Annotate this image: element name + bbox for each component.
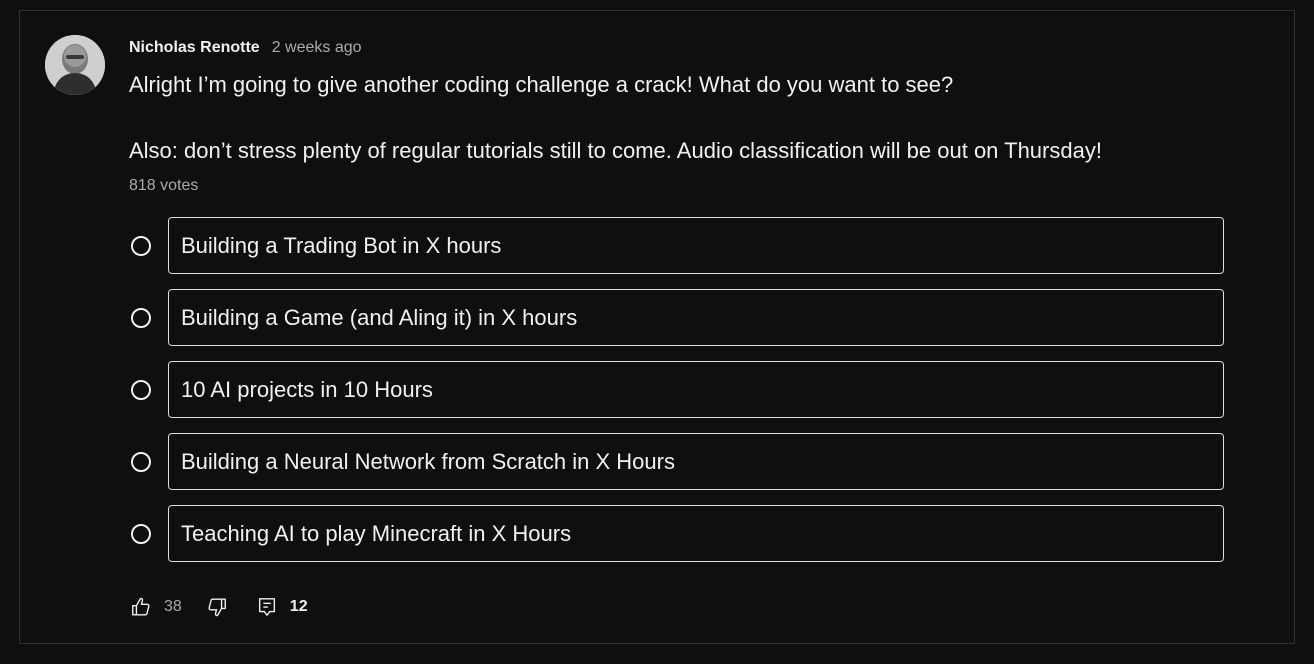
comment-count: 12 xyxy=(289,598,308,615)
dislike-button[interactable] xyxy=(206,596,228,618)
avatar[interactable] xyxy=(45,35,105,95)
poll-option[interactable]: Building a Trading Bot in X hours xyxy=(130,217,1224,274)
poll-option-label[interactable]: Building a Game (and Aling it) in X hour… xyxy=(168,289,1224,346)
poll-option[interactable]: Teaching AI to play Minecraft in X Hours xyxy=(130,505,1224,562)
comments-button[interactable]: 12 xyxy=(256,596,308,618)
radio-button[interactable] xyxy=(131,379,151,400)
post-text-line: Also: don’t stress plenty of regular tut… xyxy=(129,138,1102,163)
thumbs-up-icon[interactable] xyxy=(130,596,152,618)
comment-icon[interactable] xyxy=(256,596,278,618)
post-time[interactable]: 2 weeks ago xyxy=(272,39,362,57)
poll-option[interactable]: Building a Neural Network from Scratch i… xyxy=(130,433,1224,490)
poll-option-label[interactable]: Teaching AI to play Minecraft in X Hours xyxy=(168,505,1224,562)
post-actions: 38 12 xyxy=(130,596,308,618)
radio-button[interactable] xyxy=(131,523,151,544)
community-post-card: Nicholas Renotte 2 weeks ago Alright I’m… xyxy=(19,10,1295,644)
vote-count: 818 votes xyxy=(129,177,199,194)
poll-options: Building a Trading Bot in X hours Buildi… xyxy=(130,217,1224,577)
radio-button[interactable] xyxy=(131,451,151,472)
poll-option-label[interactable]: 10 AI projects in 10 Hours xyxy=(168,361,1224,418)
like-button[interactable]: 38 xyxy=(130,596,182,618)
radio-button[interactable] xyxy=(131,235,151,256)
radio-button[interactable] xyxy=(131,307,151,328)
poll-option-label[interactable]: Building a Trading Bot in X hours xyxy=(168,217,1224,274)
poll-option-label[interactable]: Building a Neural Network from Scratch i… xyxy=(168,433,1224,490)
poll-option[interactable]: 10 AI projects in 10 Hours xyxy=(130,361,1224,418)
post-header: Nicholas Renotte 2 weeks ago xyxy=(129,39,362,57)
post-text: Alright I’m going to give another coding… xyxy=(129,71,1249,165)
post-text-line: Alright I’m going to give another coding… xyxy=(129,72,954,97)
poll-option[interactable]: Building a Game (and Aling it) in X hour… xyxy=(130,289,1224,346)
like-count: 38 xyxy=(164,598,182,615)
author-name[interactable]: Nicholas Renotte xyxy=(129,39,260,57)
thumbs-down-icon[interactable] xyxy=(206,596,228,618)
